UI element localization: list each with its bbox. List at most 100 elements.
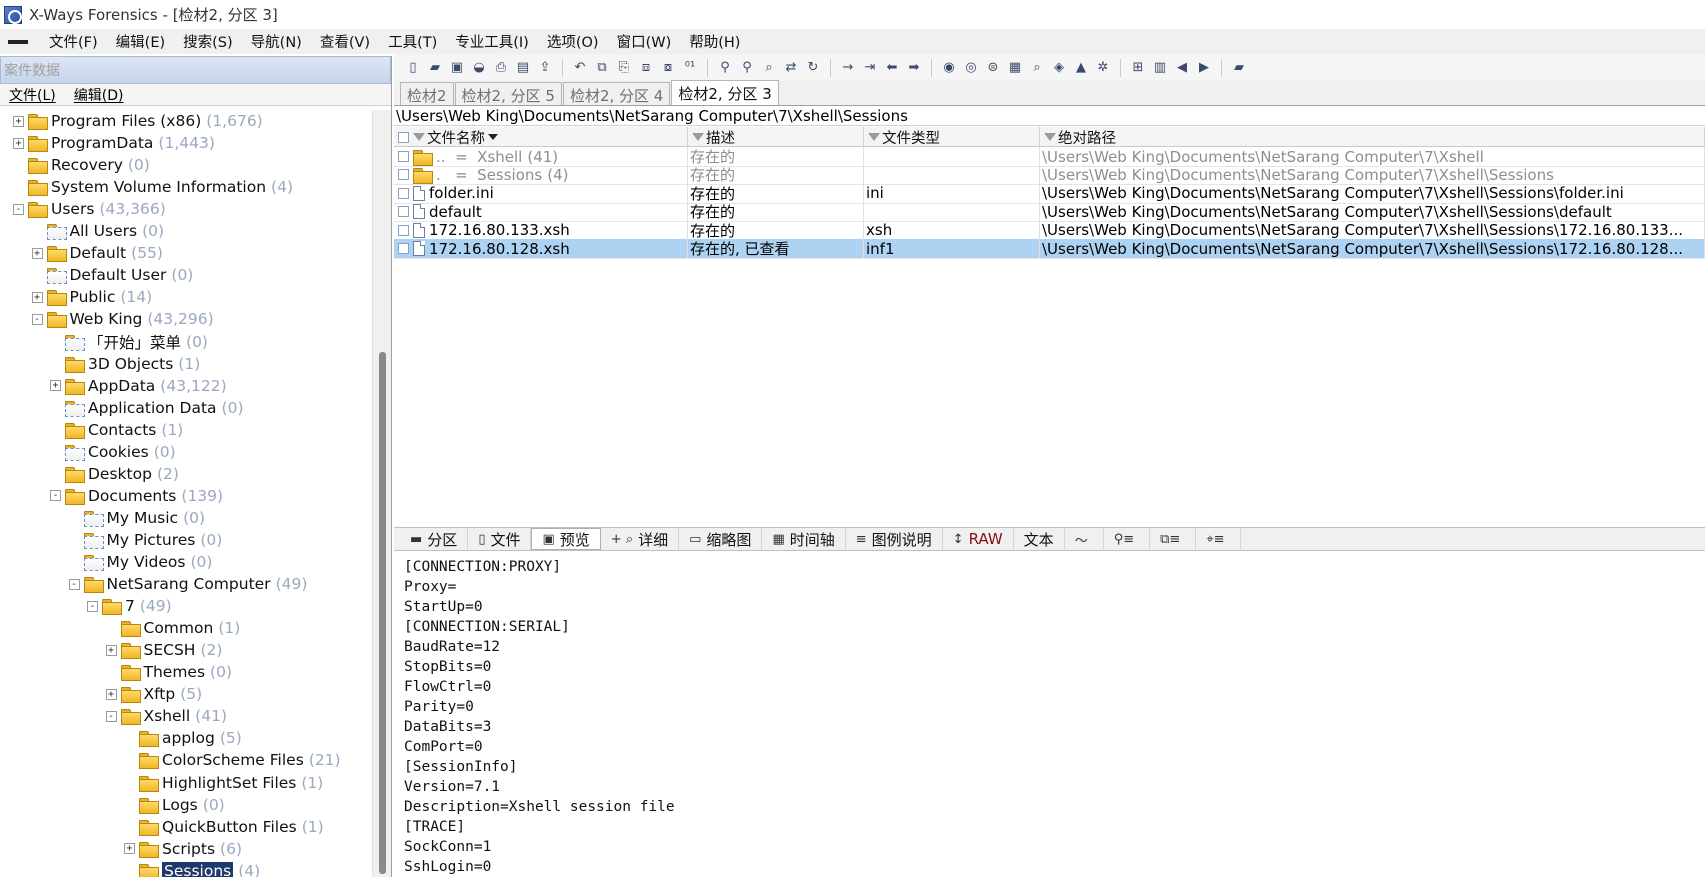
tree-node[interactable]: Common (1) — [106, 617, 240, 639]
filter-icon[interactable] — [413, 133, 425, 141]
previous-icon[interactable]: ◀ — [1173, 59, 1191, 77]
window-icon[interactable]: ▥ — [1151, 59, 1169, 77]
collapse-icon[interactable]: - — [13, 203, 24, 215]
tab-text[interactable]: 文本 — [1014, 528, 1065, 550]
find-hex-icon[interactable]: ⚲ — [738, 59, 756, 77]
find-text-icon[interactable]: ⚲ — [716, 59, 734, 77]
file-row[interactable]: 172.16.80.133.xsh 存在的 xsh \Users\Web King\D… — [394, 220, 1705, 241]
disk-add-icon[interactable]: ◎ — [962, 59, 980, 77]
data-interpreter-icon[interactable]: ◈ — [1050, 59, 1068, 77]
new-file-icon[interactable]: ▯ — [404, 59, 422, 77]
file-name-cell[interactable]: . = Sessions (4) — [394, 165, 688, 185]
file-row[interactable]: folder.ini 存在的 ini \Users\Web King\Document… — [394, 183, 1705, 204]
tree-node[interactable]: My Videos (0) — [69, 551, 212, 573]
tree-node[interactable]: - 7 (49) — [87, 595, 172, 617]
print-icon[interactable]: ⎙ — [492, 59, 510, 77]
raid-icon[interactable]: ⊜ — [984, 59, 1002, 77]
tree-node[interactable]: - Xshell (41) — [105, 705, 227, 727]
paste-icon[interactable]: ⎘ — [615, 59, 633, 77]
tree-node[interactable]: System Volume Information (4) — [13, 176, 293, 198]
tree-node[interactable]: QuickButton Files (1) — [124, 816, 324, 838]
tab-legend[interactable]: ≡ 图例说明 — [846, 528, 943, 550]
expand-icon[interactable]: + — [105, 644, 117, 656]
forward-icon[interactable]: ➡ — [905, 59, 923, 77]
search-hits-toggle[interactable]: ⚲≡ — [1104, 528, 1151, 550]
column-file-name[interactable]: 文件名称 — [394, 127, 688, 147]
file-name-cell[interactable]: .. = Xshell (41) — [394, 147, 688, 166]
tree-node[interactable]: HighlightSet Files (1) — [124, 772, 323, 794]
tree-node[interactable]: - Users (43,366) — [13, 198, 166, 220]
collapse-icon[interactable]: - — [87, 600, 98, 612]
menu-navigate[interactable]: 导航(N) — [242, 31, 311, 52]
binary-icon[interactable]: ⁰¹ — [681, 59, 699, 77]
expand-icon[interactable]: + — [50, 380, 61, 392]
tab-thumbnails[interactable]: ▭ 缩略图 — [679, 528, 763, 550]
tab-evidence-2-partition-5[interactable]: 检材2, 分区 5 — [454, 82, 562, 105]
open-disk-icon[interactable]: ◒ — [470, 59, 488, 77]
file-row[interactable]: 172.16.80.128.xsh 存在的, 已查看 inf1 \Users\Web … — [394, 239, 1705, 259]
tree-node[interactable]: - Documents (139) — [50, 485, 223, 507]
tree-node[interactable]: - Web King (43,296) — [31, 308, 214, 330]
back-icon[interactable]: ⬅ — [883, 59, 901, 77]
filter-icon[interactable] — [868, 133, 880, 141]
filter-icon[interactable] — [1044, 133, 1056, 141]
export-icon[interactable]: ⇪ — [536, 59, 554, 77]
tree-node[interactable]: + Public (14) — [31, 286, 152, 308]
row-checkbox[interactable] — [398, 206, 409, 218]
tree-node[interactable]: Default User (0) — [32, 264, 193, 286]
tree-node[interactable]: + Program Files (x86) (1,676) — [13, 110, 263, 132]
tab-partition[interactable]: ▬ 分区 — [400, 528, 469, 550]
bookmarks-toggle[interactable]: ⧉≡ — [1150, 528, 1197, 550]
settings-icon[interactable]: ✲ — [1094, 59, 1112, 77]
tree-node[interactable]: My Pictures (0) — [69, 529, 222, 551]
copy-icon[interactable]: ⧉ — [593, 59, 611, 77]
menu-window[interactable]: 窗口(W) — [608, 31, 681, 52]
collapse-icon[interactable]: - — [50, 490, 61, 502]
tree-node[interactable]: applog (5) — [124, 727, 242, 749]
disk-icon[interactable]: ◉ — [940, 59, 958, 77]
wrap-toggle[interactable]: 〜 — [1065, 528, 1104, 550]
tree-node[interactable]: My Music (0) — [69, 507, 205, 529]
tab-preview[interactable]: ▣ 预览 — [531, 528, 601, 550]
tab-timeline[interactable]: ▦ 时间轴 — [762, 528, 846, 550]
expand-icon[interactable]: + — [31, 291, 43, 303]
expand-icon[interactable]: + — [124, 843, 135, 855]
find-hex-values-icon[interactable]: ⌕ — [760, 59, 778, 77]
tab-details[interactable]: + ⌕ 详细 — [601, 528, 680, 550]
copy-block-icon[interactable]: ⧈ — [637, 59, 655, 77]
tree-node[interactable]: Contacts (1) — [50, 419, 183, 441]
tree-node[interactable]: - NetSarang Computer (49) — [68, 573, 307, 595]
tree-node[interactable]: + SECSH (2) — [105, 639, 222, 661]
tree-node[interactable]: Logs (0) — [124, 794, 225, 816]
open-folder-icon[interactable]: ▰ — [426, 59, 444, 77]
target-toggle[interactable]: ⌖≡ — [1196, 528, 1241, 550]
chart-icon[interactable]: ▲ — [1072, 59, 1090, 77]
grid-view-icon[interactable]: ⊞ — [1129, 59, 1147, 77]
tab-evidence-2[interactable]: 检材2 — [400, 82, 454, 105]
collapse-icon[interactable]: - — [31, 313, 43, 325]
replace-icon[interactable]: ⇄ — [782, 59, 800, 77]
system-menu-icon[interactable] — [8, 39, 28, 44]
undo-icon[interactable]: ↶ — [571, 59, 589, 77]
collapse-icon[interactable]: - — [105, 710, 117, 722]
tree-node[interactable]: 3D Objects (1) — [50, 353, 200, 375]
collapse-icon[interactable]: - — [68, 578, 80, 590]
expand-icon[interactable]: + — [13, 137, 24, 149]
row-checkbox[interactable] — [398, 169, 409, 181]
menu-search[interactable]: 搜索(S) — [174, 31, 242, 52]
menu-tools[interactable]: 工具(T) — [379, 31, 446, 52]
row-checkbox[interactable] — [398, 243, 409, 254]
select-all-checkbox[interactable] — [398, 131, 409, 143]
tree-scrollbar-thumb[interactable] — [379, 352, 386, 874]
row-checkbox[interactable] — [398, 224, 409, 236]
tree-node[interactable]: + Default (55) — [31, 242, 163, 264]
tab-file[interactable]: ▯ 文件 — [468, 528, 532, 550]
tab-evidence-2-partition-4[interactable]: 检材2, 分区 4 — [562, 82, 671, 105]
expand-icon[interactable]: + — [13, 115, 24, 127]
tree-node[interactable]: + ProgramData (1,443) — [13, 132, 215, 154]
file-name-cell[interactable]: folder.ini — [394, 183, 688, 203]
menu-edit[interactable]: 编辑(E) — [107, 31, 174, 52]
file-row[interactable]: default 存在的 \Users\Web King\Documents\NetS… — [394, 202, 1705, 223]
calculator-icon[interactable]: ▦ — [1006, 59, 1024, 77]
menu-view[interactable]: 查看(V) — [311, 31, 379, 52]
